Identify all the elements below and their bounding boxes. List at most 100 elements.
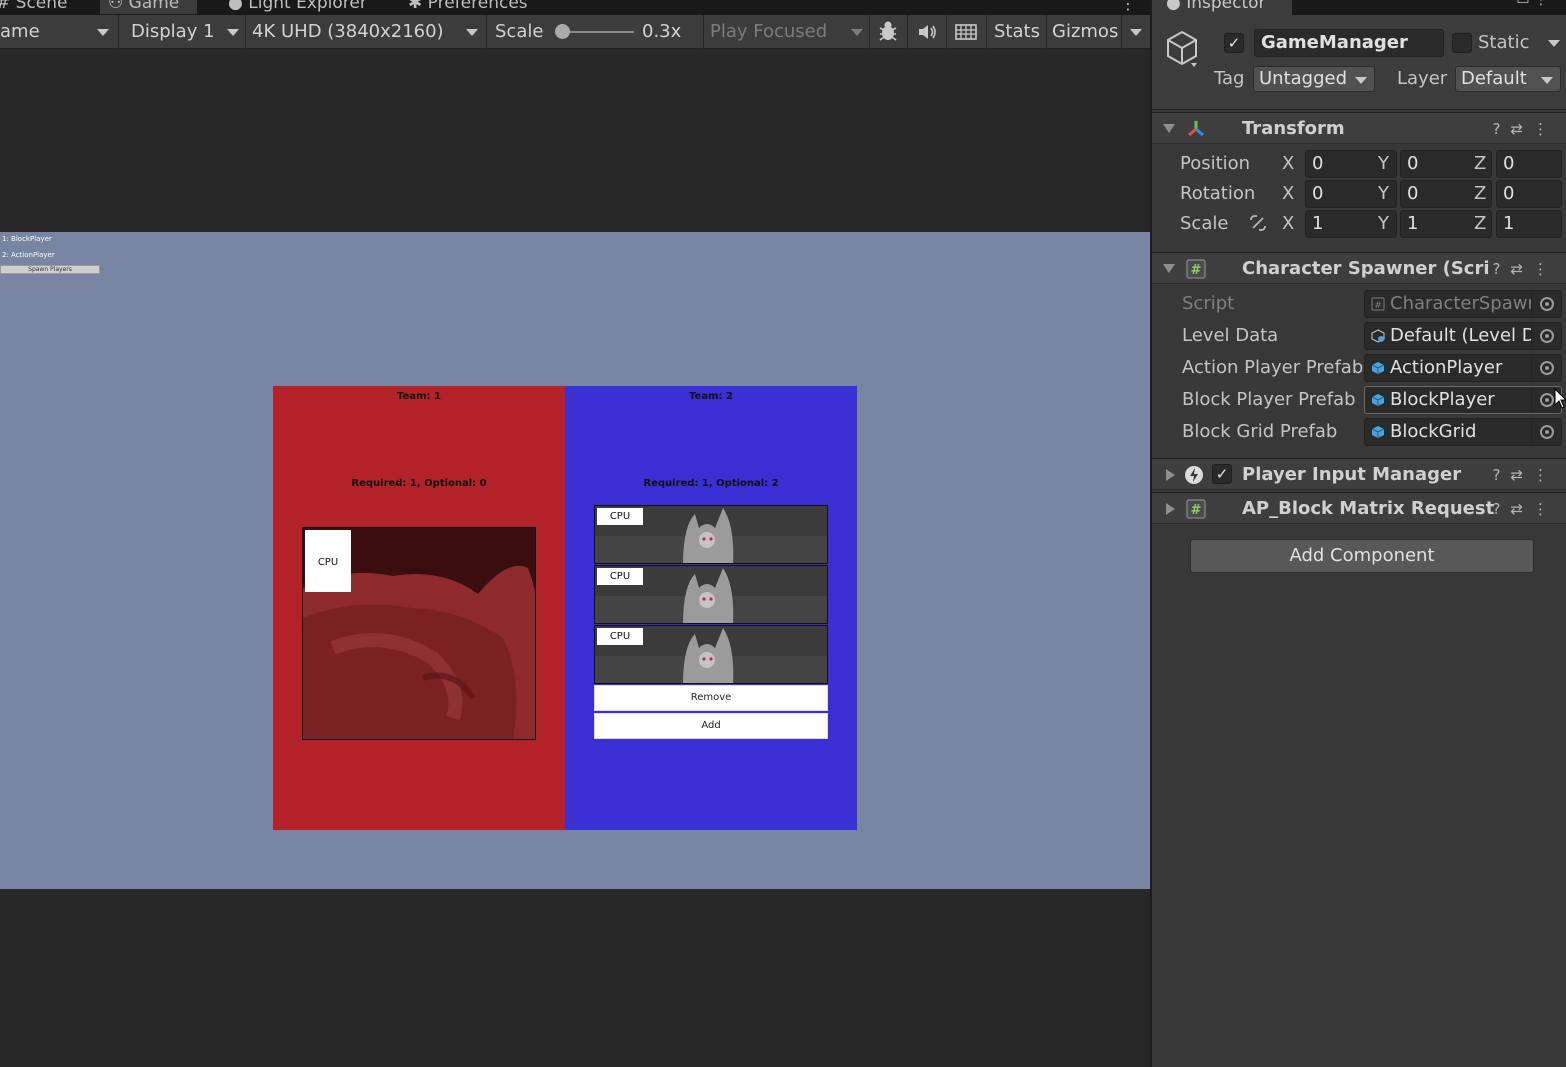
position-z-field[interactable]: 0 — [1496, 150, 1562, 178]
svg-text:#: # — [1374, 301, 1382, 311]
scale-slider-track[interactable] — [560, 31, 634, 33]
level-data-value: Default (Level Da — [1390, 325, 1547, 346]
axis-z-label[interactable]: Z — [1474, 183, 1486, 204]
tab-light-explorer-label: Light Explorer — [248, 0, 367, 13]
foldout-arrow-icon[interactable] — [1166, 503, 1175, 515]
grid-icon[interactable] — [954, 15, 978, 49]
tab-game[interactable]: ⚇ Game — [100, 0, 198, 14]
svg-text:#: # — [1191, 503, 1202, 518]
tab-preferences[interactable]: ✱ Preferences — [408, 0, 528, 14]
static-checkbox[interactable] — [1452, 33, 1472, 53]
player-input-manager-header[interactable]: ✓ Player Input Manager ?⇄⋮ — [1152, 458, 1566, 490]
tab-light-explorer[interactable]: ● Light Explorer — [228, 0, 367, 14]
object-picker-icon[interactable] — [1531, 355, 1561, 381]
character-spawner-title: Character Spawner (Scri — [1242, 258, 1490, 279]
presets-icon[interactable]: ⇄ — [1510, 120, 1533, 138]
axis-z-label[interactable]: Z — [1474, 213, 1486, 234]
transform-header[interactable]: Transform ?⇄⋮ — [1152, 112, 1566, 144]
component-header-buttons[interactable]: ?⇄⋮ — [1492, 493, 1558, 525]
resolution-dropdown[interactable]: 4K UHD (3840x2160) — [252, 15, 484, 49]
foldout-arrow-icon[interactable] — [1166, 469, 1175, 481]
axis-y-label[interactable]: Y — [1378, 213, 1389, 234]
remove-player-button[interactable]: Remove — [594, 685, 828, 711]
toolbar-divider — [703, 15, 704, 49]
toolbar-divider — [245, 15, 246, 49]
axis-x-label[interactable]: X — [1282, 213, 1294, 234]
toolbar-divider — [1121, 15, 1122, 49]
axis-y-label[interactable]: Y — [1378, 153, 1389, 174]
action-player-prefab-field[interactable]: ActionPlayer — [1364, 354, 1562, 382]
team-1-character-portrait[interactable]: CPU — [302, 527, 536, 740]
help-icon[interactable]: ? — [1492, 500, 1510, 518]
block-grid-prefab-field[interactable]: BlockGrid — [1364, 418, 1562, 446]
character-spawner-header[interactable]: # Character Spawner (Scri ?⇄⋮ — [1152, 252, 1566, 284]
presets-icon[interactable]: ⇄ — [1510, 260, 1533, 278]
add-player-button[interactable]: Add — [594, 713, 828, 739]
team-2-slot[interactable]: CPU — [594, 625, 828, 684]
add-component-button[interactable]: Add Component — [1190, 539, 1534, 573]
position-label: Position — [1180, 153, 1251, 174]
axis-x-label[interactable]: X — [1282, 153, 1294, 174]
level-data-field[interactable]: Default (Level Da — [1364, 322, 1562, 350]
component-header-buttons[interactable]: ?⇄⋮ — [1492, 459, 1558, 491]
script-file-icon: # — [1371, 297, 1385, 311]
layer-dropdown[interactable]: Default — [1455, 66, 1561, 92]
help-icon[interactable]: ? — [1492, 466, 1510, 484]
presets-icon[interactable]: ⇄ — [1510, 500, 1533, 518]
team-2-slot[interactable]: CPU — [594, 565, 828, 624]
foldout-arrow-icon[interactable] — [1163, 264, 1175, 273]
toolbar-divider — [907, 15, 908, 49]
component-header-buttons[interactable]: ?⇄⋮ — [1492, 253, 1558, 285]
constrain-proportions-icon[interactable] — [1248, 213, 1268, 233]
chevron-down-icon[interactable] — [1548, 40, 1560, 47]
game-viewport[interactable]: 1: BlockPlayer 2: ActionPlayer Spawn Pla… — [0, 232, 1150, 889]
tab-menu-icon[interactable]: ⋮ — [1120, 0, 1136, 13]
script-icon: # — [1186, 259, 1206, 279]
display-label: Display 1 — [131, 21, 215, 42]
tab-scene[interactable]: # Scene — [0, 0, 68, 14]
axis-z-label[interactable]: Z — [1474, 153, 1486, 174]
component-header-buttons[interactable]: ?⇄⋮ — [1492, 113, 1558, 145]
stats-button[interactable]: Stats — [994, 15, 1040, 49]
gizmos-dropdown[interactable] — [1128, 15, 1144, 49]
axis-y-label[interactable]: Y — [1378, 183, 1389, 204]
object-picker-icon[interactable] — [1531, 323, 1561, 349]
player-input-manager-enabled-checkbox[interactable]: ✓ — [1212, 464, 1232, 484]
help-icon[interactable]: ? — [1492, 260, 1510, 278]
toolbar-divider — [118, 15, 119, 49]
team-1-panel: Team: 1 Required: 1, Optional: 0 CPU — [273, 386, 565, 830]
kebab-menu-icon[interactable]: ⋮ — [1533, 500, 1558, 518]
block-player-prefab-field[interactable]: BlockPlayer — [1364, 386, 1562, 414]
scale-slider-handle[interactable] — [555, 24, 570, 39]
speaker-icon[interactable] — [916, 15, 938, 49]
active-checkbox[interactable]: ✓ — [1224, 33, 1244, 53]
axis-x-label[interactable]: X — [1282, 183, 1294, 204]
gameobject-cube-icon[interactable] — [1164, 29, 1200, 69]
object-picker-icon[interactable] — [1531, 419, 1561, 445]
lock-icon[interactable]: ▭ ⋮ — [1516, 0, 1548, 8]
help-icon[interactable]: ? — [1492, 120, 1510, 138]
block-player-prefab-value: BlockPlayer — [1390, 389, 1495, 410]
tag-dropdown[interactable]: Untagged — [1253, 66, 1375, 92]
kebab-menu-icon[interactable]: ⋮ — [1533, 466, 1558, 484]
foldout-arrow-icon[interactable] — [1163, 124, 1175, 133]
kebab-menu-icon[interactable]: ⋮ — [1533, 120, 1558, 138]
toolbar-divider — [1046, 15, 1047, 49]
script-icon: # — [1186, 499, 1206, 519]
kebab-menu-icon[interactable]: ⋮ — [1533, 260, 1558, 278]
rotation-z-field[interactable]: 0 — [1496, 180, 1562, 208]
presets-icon[interactable]: ⇄ — [1510, 466, 1533, 484]
object-name-field[interactable]: GameManager — [1254, 29, 1444, 57]
scale-z-field[interactable]: 1 — [1496, 210, 1562, 238]
bug-icon[interactable] — [876, 15, 900, 49]
spawn-players-button[interactable]: Spawn Players — [0, 265, 100, 274]
team-2-slot[interactable]: CPU — [594, 505, 828, 564]
display-dropdown[interactable]: Display 1 — [131, 15, 243, 49]
gizmos-button[interactable]: Gizmos — [1052, 15, 1118, 49]
play-mode-dropdown[interactable]: Play Focused — [710, 15, 866, 49]
tab-inspector[interactable]: ● Inspector — [1152, 0, 1292, 15]
block-matrix-request-header[interactable]: # AP_Block Matrix Request ?⇄⋮ — [1152, 492, 1566, 524]
game-view-dropdown[interactable]: ame — [0, 15, 114, 49]
info-icon: ● — [1166, 0, 1181, 13]
lightning-icon — [1185, 466, 1203, 484]
